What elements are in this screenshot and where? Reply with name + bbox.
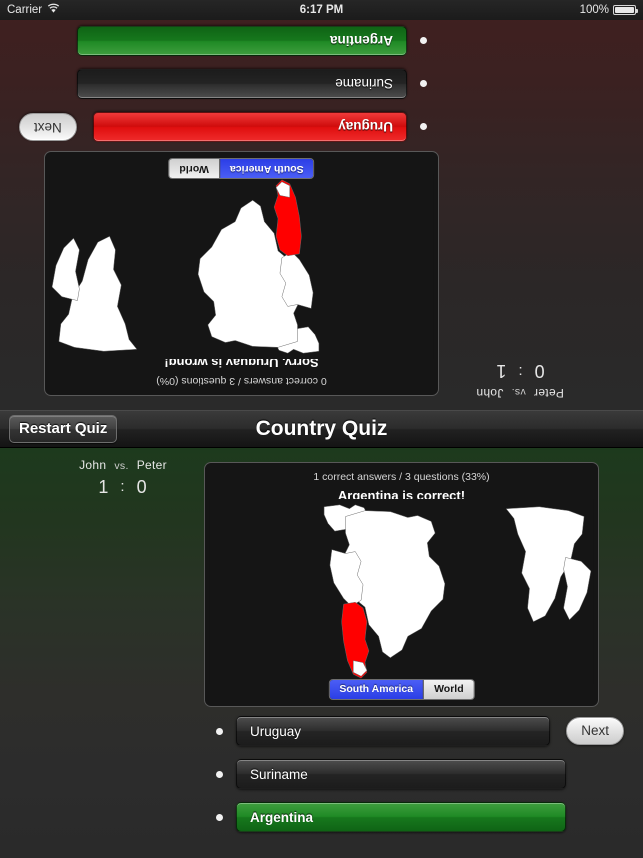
battery-full-icon (613, 5, 638, 15)
quiz-stats-bottom: 1 correct answers / 3 questions (33%) (313, 471, 490, 483)
restart-quiz-button[interactable]: Restart Quiz (9, 415, 118, 443)
segment-world-top[interactable]: World (169, 159, 220, 178)
map-graphic-top (45, 174, 438, 359)
answer-button-bottom-3[interactable]: Argentina (236, 802, 566, 832)
answer-button-top-2[interactable]: Suriname (77, 69, 407, 99)
vs-label-bottom: vs. (114, 460, 129, 472)
region-segmented-control-bottom[interactable]: South America World (328, 679, 475, 700)
bullet-icon (216, 813, 223, 821)
answer-list-top: Uruguay Next Suriname Argentina (19, 13, 439, 142)
quiz-stats-top: 0 correct answers / 3 questions (0%) (156, 375, 327, 387)
player-bottom-pane: John vs. Peter 1:0 1 correct answers / 3 q… (0, 448, 643, 858)
player-right-name-bottom: Peter (136, 458, 167, 472)
answer-row-top-2: Suriname (19, 69, 439, 99)
status-bar-right: 100% (579, 4, 638, 16)
score-left-top: 0 (533, 361, 545, 381)
status-bar-time: 6:17 PM (299, 4, 344, 16)
segment-south-america-top[interactable]: South America (219, 159, 314, 178)
map-panel-top: 0 correct answers / 3 questions (0%) Sor… (44, 151, 439, 396)
score-separator-top: : (517, 363, 523, 380)
answer-button-bottom-2[interactable]: Suriname (236, 759, 566, 789)
answer-list-bottom: Uruguay Next Suriname Argentina (204, 716, 624, 845)
player-left-name-top: Peter (533, 386, 564, 400)
wifi-icon (47, 3, 60, 17)
map-graphic-bottom (205, 499, 598, 684)
score-display-bottom: John vs. Peter 1:0 (48, 458, 198, 498)
segment-world-bottom[interactable]: World (423, 680, 474, 699)
answer-row-top-3: Argentina (19, 26, 439, 56)
score-left-bottom: 1 (98, 477, 110, 497)
score-values-bottom: 1:0 (48, 477, 198, 498)
carrier-label: Carrier (7, 4, 43, 16)
map-panel-bottom: 1 correct answers / 3 questions (33%) Ar… (204, 462, 599, 707)
region-segmented-control-top[interactable]: South America World (168, 158, 315, 179)
battery-percent-label: 100% (579, 4, 609, 16)
score-names-bottom: John vs. Peter (48, 458, 198, 472)
player-top-pane: Peter vs. John 0:1 0 correct answers / 3 q… (0, 0, 643, 410)
player-bottom-half: John vs. Peter 1:0 1 correct answers / 3 q… (0, 448, 643, 858)
score-right-top: 1 (495, 361, 507, 381)
answer-row-bottom-1: Uruguay Next (204, 716, 624, 746)
score-right-bottom: 0 (136, 477, 148, 497)
score-separator-bottom: : (120, 478, 126, 495)
player-top-half: Peter vs. John 0:1 0 correct answers / 3 q… (0, 0, 643, 410)
score-values-top: 0:1 (445, 360, 595, 381)
status-bar: Carrier 6:17 PM 100% (0, 0, 643, 20)
score-display-top: Peter vs. John 0:1 (445, 360, 595, 400)
bullet-icon (420, 123, 427, 131)
bullet-icon (216, 770, 223, 778)
answer-row-bottom-2: Suriname (204, 759, 624, 789)
answer-button-bottom-1[interactable]: Uruguay (236, 716, 551, 746)
app-screen: Carrier 6:17 PM 100% Peter vs. John 0:1 0 … (0, 0, 643, 858)
next-button-bottom[interactable]: Next (566, 717, 624, 745)
status-bar-left: Carrier (7, 3, 60, 17)
vs-label-top: vs. (511, 386, 526, 398)
segment-south-america-bottom[interactable]: South America (329, 680, 424, 699)
answer-button-top-1[interactable]: Uruguay (92, 112, 407, 142)
answer-row-bottom-3: Argentina (204, 802, 624, 832)
bullet-icon (420, 37, 427, 45)
player-right-name-top: John (476, 386, 504, 400)
navigation-bar: Restart Quiz Country Quiz (0, 410, 643, 448)
score-names-top: Peter vs. John (445, 386, 595, 400)
next-button-top[interactable]: Next (19, 113, 77, 141)
bullet-icon (420, 80, 427, 88)
answer-row-top-1: Uruguay Next (19, 112, 439, 142)
player-left-name-bottom: John (79, 458, 107, 472)
answer-button-top-3[interactable]: Argentina (77, 26, 407, 56)
bullet-icon (216, 727, 223, 735)
